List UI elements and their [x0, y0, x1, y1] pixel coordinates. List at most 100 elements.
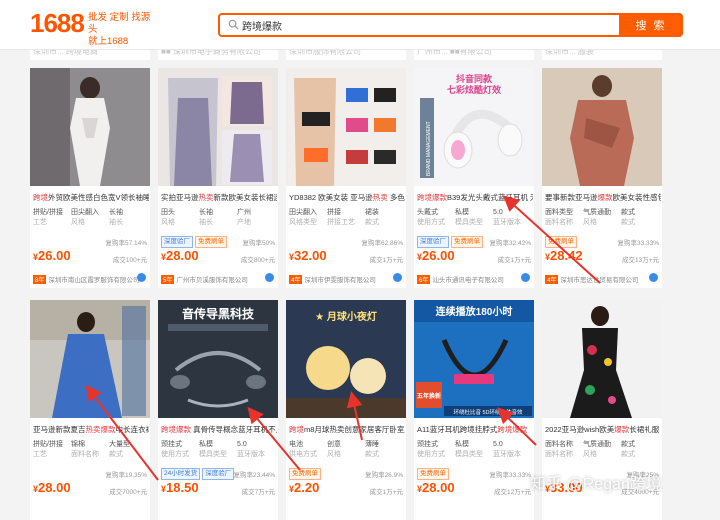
search-icon	[228, 19, 239, 30]
sales-volume: 成交1万+元	[369, 257, 403, 264]
service-tags: 深度验厂 免费刷单	[417, 236, 487, 248]
shop-name[interactable]: 8年 深圳市南山区霞罗服饰有限公司	[33, 274, 147, 284]
attr-key: 蓝牙版本	[237, 451, 265, 458]
product-price: ¥18.50	[161, 480, 199, 495]
sales-volume: 成交1万+元	[369, 489, 403, 496]
product-card[interactable]: 要事新款亚马逊爆款欧美女装性感包 面料类型 面料名称 气质通勤 风格 款式 款式 免费…	[542, 68, 662, 288]
service-tag: 24小时发货	[161, 468, 201, 480]
product-title[interactable]: 实拍亚马逊热卖新款欧美女装长裙连衣裙	[161, 192, 277, 203]
attr-value: 私模	[455, 441, 469, 448]
banner-footnote: 环绕杜比音 5D环绕立体音效	[453, 408, 523, 416]
service-tag: 免费刷单	[451, 236, 483, 248]
product-title[interactable]: 跨境爆款B39发光头戴式蓝牙耳机 无	[417, 192, 533, 203]
site-logo[interactable]: 1688	[30, 8, 85, 39]
product-price: ¥26.00	[417, 248, 455, 263]
slogan-line-2: 就上1688	[88, 36, 129, 47]
attr-value: 大量型	[109, 441, 130, 448]
attr-key: 袖长	[109, 219, 123, 226]
product-card[interactable]: YD8382 欧美女装 亚马逊热卖 多色套装 田尖翻入风格类型 拼接拼接工艺 裙…	[286, 68, 406, 288]
attr-value: 5.0	[493, 441, 503, 448]
headphone-banner-top: 抖音同款	[456, 73, 493, 84]
attr-key: 面料名称	[545, 219, 573, 226]
attr-key: 款式	[365, 219, 379, 226]
service-tags: 24小时发货 深度验厂	[161, 468, 235, 480]
attr-key: 面料名称	[545, 451, 573, 458]
attr-key: 风格	[71, 219, 85, 226]
product-image[interactable]	[286, 68, 406, 186]
product-title[interactable]: 跨境爆款 真骨传导概念蓝牙耳机不入	[161, 424, 277, 435]
product-image[interactable]	[542, 68, 662, 186]
product-image[interactable]	[158, 68, 278, 186]
headphone-banner-bottom: 七彩炫酷灯效	[447, 84, 502, 95]
attr-key: 款式	[365, 451, 379, 458]
product-title[interactable]: 要事新款亚马逊爆款欧美女装性感包	[545, 192, 661, 203]
shop-name[interactable]: 6年 汕头市通讯电子有限公司	[417, 274, 531, 284]
service-tag: 深度验厂	[202, 468, 235, 480]
product-image[interactable]: 音传导黑科技	[158, 300, 278, 418]
attr-value: 颈挂式	[161, 441, 182, 448]
product-price: ¥32.00	[289, 248, 327, 263]
product-attributes: 田头 风格 长袖 袖长 广州 产地	[161, 208, 277, 228]
attr-key: 工艺	[33, 451, 47, 458]
service-tags: 深度验厂 免费刷单	[161, 236, 231, 248]
product-image[interactable]	[30, 300, 150, 418]
product-card[interactable]: 连续播放180小时五年换新环绕杜比音 5D环绕立体音效 A11蓝牙耳机跨境挂脖式…	[414, 300, 534, 520]
repurchase-rate: 复购率23.44%	[233, 472, 275, 479]
product-card[interactable]: 抖音同款 七彩炫酷灯效 BRAND MANAGEMENT 跨境爆款B39发光头戴式蓝…	[414, 68, 534, 288]
shop-name[interactable]: 4年 深圳市思达世贸易有限公司	[545, 274, 659, 284]
attr-value: 款式	[621, 441, 635, 448]
attr-value: 气质通勤	[583, 441, 611, 448]
product-title[interactable]: YD8382 欧美女装 亚马逊热卖 多色套装	[289, 192, 405, 203]
attr-value: 田尖翻入	[289, 209, 317, 216]
repurchase-rate: 复购率50%	[242, 240, 275, 247]
attr-key: 供电方式	[289, 451, 317, 458]
verified-icon	[649, 273, 658, 282]
attr-value: 颈挂式	[417, 441, 438, 448]
search-bar: 搜 索	[218, 13, 683, 37]
attr-key: 产地	[237, 219, 251, 226]
product-title[interactable]: 2022亚马逊wish欧美爆款长裙礼服	[545, 424, 661, 435]
product-image[interactable]: ★ 月球小夜灯	[286, 300, 406, 418]
product-image[interactable]	[30, 68, 150, 186]
shop-name[interactable]: 4年 深圳市伊雯服饰有限公司	[289, 274, 403, 284]
warranty-badge: 五年换新	[417, 392, 441, 400]
attr-key: 风格	[327, 451, 341, 458]
product-image[interactable]: 连续播放180小时五年换新环绕杜比音 5D环绕立体音效	[414, 300, 534, 418]
watermark: 知乎 @Regan跨境	[530, 476, 662, 493]
search-button[interactable]: 搜 索	[619, 13, 683, 37]
slogan-line-1: 批发 定制 找源头	[88, 12, 151, 35]
product-title[interactable]: 亚马逊新款夏吉热卖爆款中长连衣裙	[33, 424, 149, 435]
product-attributes: 拼贴/拼接 工艺 锦棉 面料名称 大量型 款式	[33, 440, 149, 460]
attr-key: 蓝牙版本	[493, 219, 521, 226]
sales-volume: 成交12万+元	[493, 489, 531, 496]
attr-value: 拼贴/拼接	[33, 209, 63, 216]
product-card[interactable]: 音传导黑科技 跨境爆款 真骨传导概念蓝牙耳机不入 颈挂式 使用方式 私模 模具类型 …	[158, 300, 278, 520]
search-input[interactable]	[242, 17, 622, 33]
product-card[interactable]: 实拍亚马逊热卖新款欧美女装长裙连衣裙 田头风格 长袖袖长 广州产地 深度验厂免费…	[158, 68, 278, 288]
service-tags: 免费刷单	[289, 468, 359, 480]
verified-icon	[137, 273, 146, 282]
attr-key: 袖长	[199, 219, 213, 226]
product-card[interactable]: 跨境外贸欧美性感白色宽V领长袖睡裙 拼贴/拼接 工艺 田尖翻入 风格 长袖 袖长 复购…	[30, 68, 150, 288]
product-attributes: 颈挂式 使用方式 私模 模具类型 5.0 蓝牙版本	[417, 440, 533, 460]
product-banner-title: 连续播放180小时	[436, 305, 513, 318]
attr-key: 使用方式	[417, 451, 445, 458]
attr-value: 气质通勤	[583, 209, 611, 216]
product-price: ¥26.00	[33, 248, 71, 263]
shop-years-badge: 5年	[161, 275, 175, 284]
attr-key: 模具类型	[455, 451, 483, 458]
product-title[interactable]: 跨境m8月球热卖创意家居客厅卧室床头	[289, 424, 405, 435]
attr-value: 田尖翻入	[71, 209, 99, 216]
attr-key: 使用方式	[417, 219, 445, 226]
product-card[interactable]: 亚马逊新款夏吉热卖爆款中长连衣裙 拼贴/拼接工艺 锦棉面料名称 大量型款式 复购…	[30, 300, 150, 520]
product-title[interactable]: A11蓝牙耳机跨境挂脖式跨境爆款	[417, 424, 533, 435]
product-banner-title: 音传导黑科技	[182, 306, 255, 321]
shop-years-badge: 6年	[417, 275, 431, 284]
service-tag: 深度验厂	[417, 236, 449, 248]
product-image[interactable]: 抖音同款 七彩炫酷灯效 BRAND MANAGEMENT	[414, 68, 534, 186]
product-card[interactable]: ★ 月球小夜灯 跨境m8月球热卖创意家居客厅卧室床头 电池供电方式 创意风格 薄…	[286, 300, 406, 520]
product-image[interactable]	[542, 300, 662, 418]
repurchase-rate: 复购率62.86%	[361, 240, 403, 247]
product-title[interactable]: 跨境外贸欧美性感白色宽V领长袖睡裙	[33, 192, 149, 203]
shop-name[interactable]: 5年 广州市贝溪服饰有限公司	[161, 274, 275, 284]
